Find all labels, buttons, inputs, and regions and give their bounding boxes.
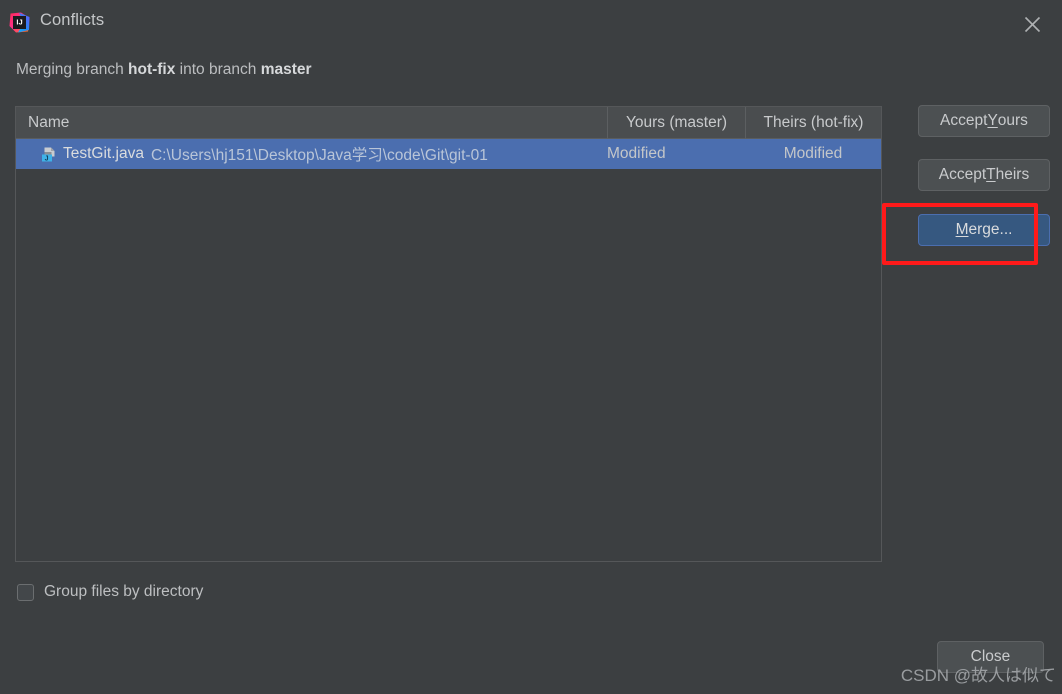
accept-yours-mnemonic: Y <box>987 112 998 129</box>
svg-text:IJ: IJ <box>16 17 22 26</box>
column-header-theirs[interactable]: Theirs (hot-fix) <box>745 107 881 139</box>
java-file-icon: J <box>40 146 57 163</box>
conflicts-dialog: IJ Conflicts Merging branch hot-fix into… <box>0 0 1062 694</box>
close-icon[interactable] <box>1010 7 1054 41</box>
csdn-watermark: CSDN @故人は似て <box>900 666 1056 685</box>
table-row[interactable]: J TestGit.java C:\Users\hj151\Desktop\Ja… <box>16 139 881 169</box>
target-branch-name: master <box>260 61 312 78</box>
accept-yours-prefix: Accept <box>940 112 988 129</box>
cell-file-name: J TestGit.java C:\Users\hj151\Desktop\Ja… <box>16 143 607 165</box>
file-name-label: TestGit.java <box>63 145 144 162</box>
group-files-by-directory-checkbox[interactable]: Group files by directory <box>17 583 203 601</box>
accept-theirs-button[interactable]: Accept Theirs <box>918 159 1050 191</box>
file-path-label: C:\Users\hj151\Desktop\Java学习\code\Git\g… <box>150 147 488 164</box>
accept-theirs-suffix: heirs <box>995 166 1030 183</box>
merge-button[interactable]: Merge... <box>918 214 1050 246</box>
cell-theirs-status: Modified <box>783 145 843 162</box>
accept-yours-suffix: ours <box>997 112 1028 129</box>
column-header-name[interactable]: Name <box>16 107 607 139</box>
merge-mnemonic: M <box>955 221 969 238</box>
merge-description-middle: into branch <box>175 61 261 78</box>
conflicts-table: Name Yours (master) Theirs (hot-fix) J T… <box>15 106 882 562</box>
accept-theirs-prefix: Accept <box>938 166 987 183</box>
svg-text:J: J <box>45 155 49 162</box>
table-body: J TestGit.java C:\Users\hj151\Desktop\Ja… <box>16 139 881 169</box>
merge-suffix: erge... <box>968 221 1013 238</box>
merge-description-prefix: Merging branch <box>16 61 129 78</box>
source-branch-name: hot-fix <box>128 61 176 78</box>
table-header-row: Name Yours (master) Theirs (hot-fix) <box>16 107 881 139</box>
column-header-yours[interactable]: Yours (master) <box>607 107 745 139</box>
accept-theirs-mnemonic: T <box>986 166 996 183</box>
window-title: Conflicts <box>40 11 105 29</box>
cell-yours-status: Modified <box>607 145 666 162</box>
intellij-idea-icon: IJ <box>9 12 30 33</box>
title-bar: IJ Conflicts <box>0 0 1062 43</box>
group-files-by-directory-label: Group files by directory <box>44 583 204 600</box>
merge-description: Merging branch hot-fix into branch maste… <box>16 61 312 79</box>
accept-yours-button[interactable]: Accept Yours <box>918 105 1050 137</box>
checkbox-box[interactable] <box>17 583 34 601</box>
